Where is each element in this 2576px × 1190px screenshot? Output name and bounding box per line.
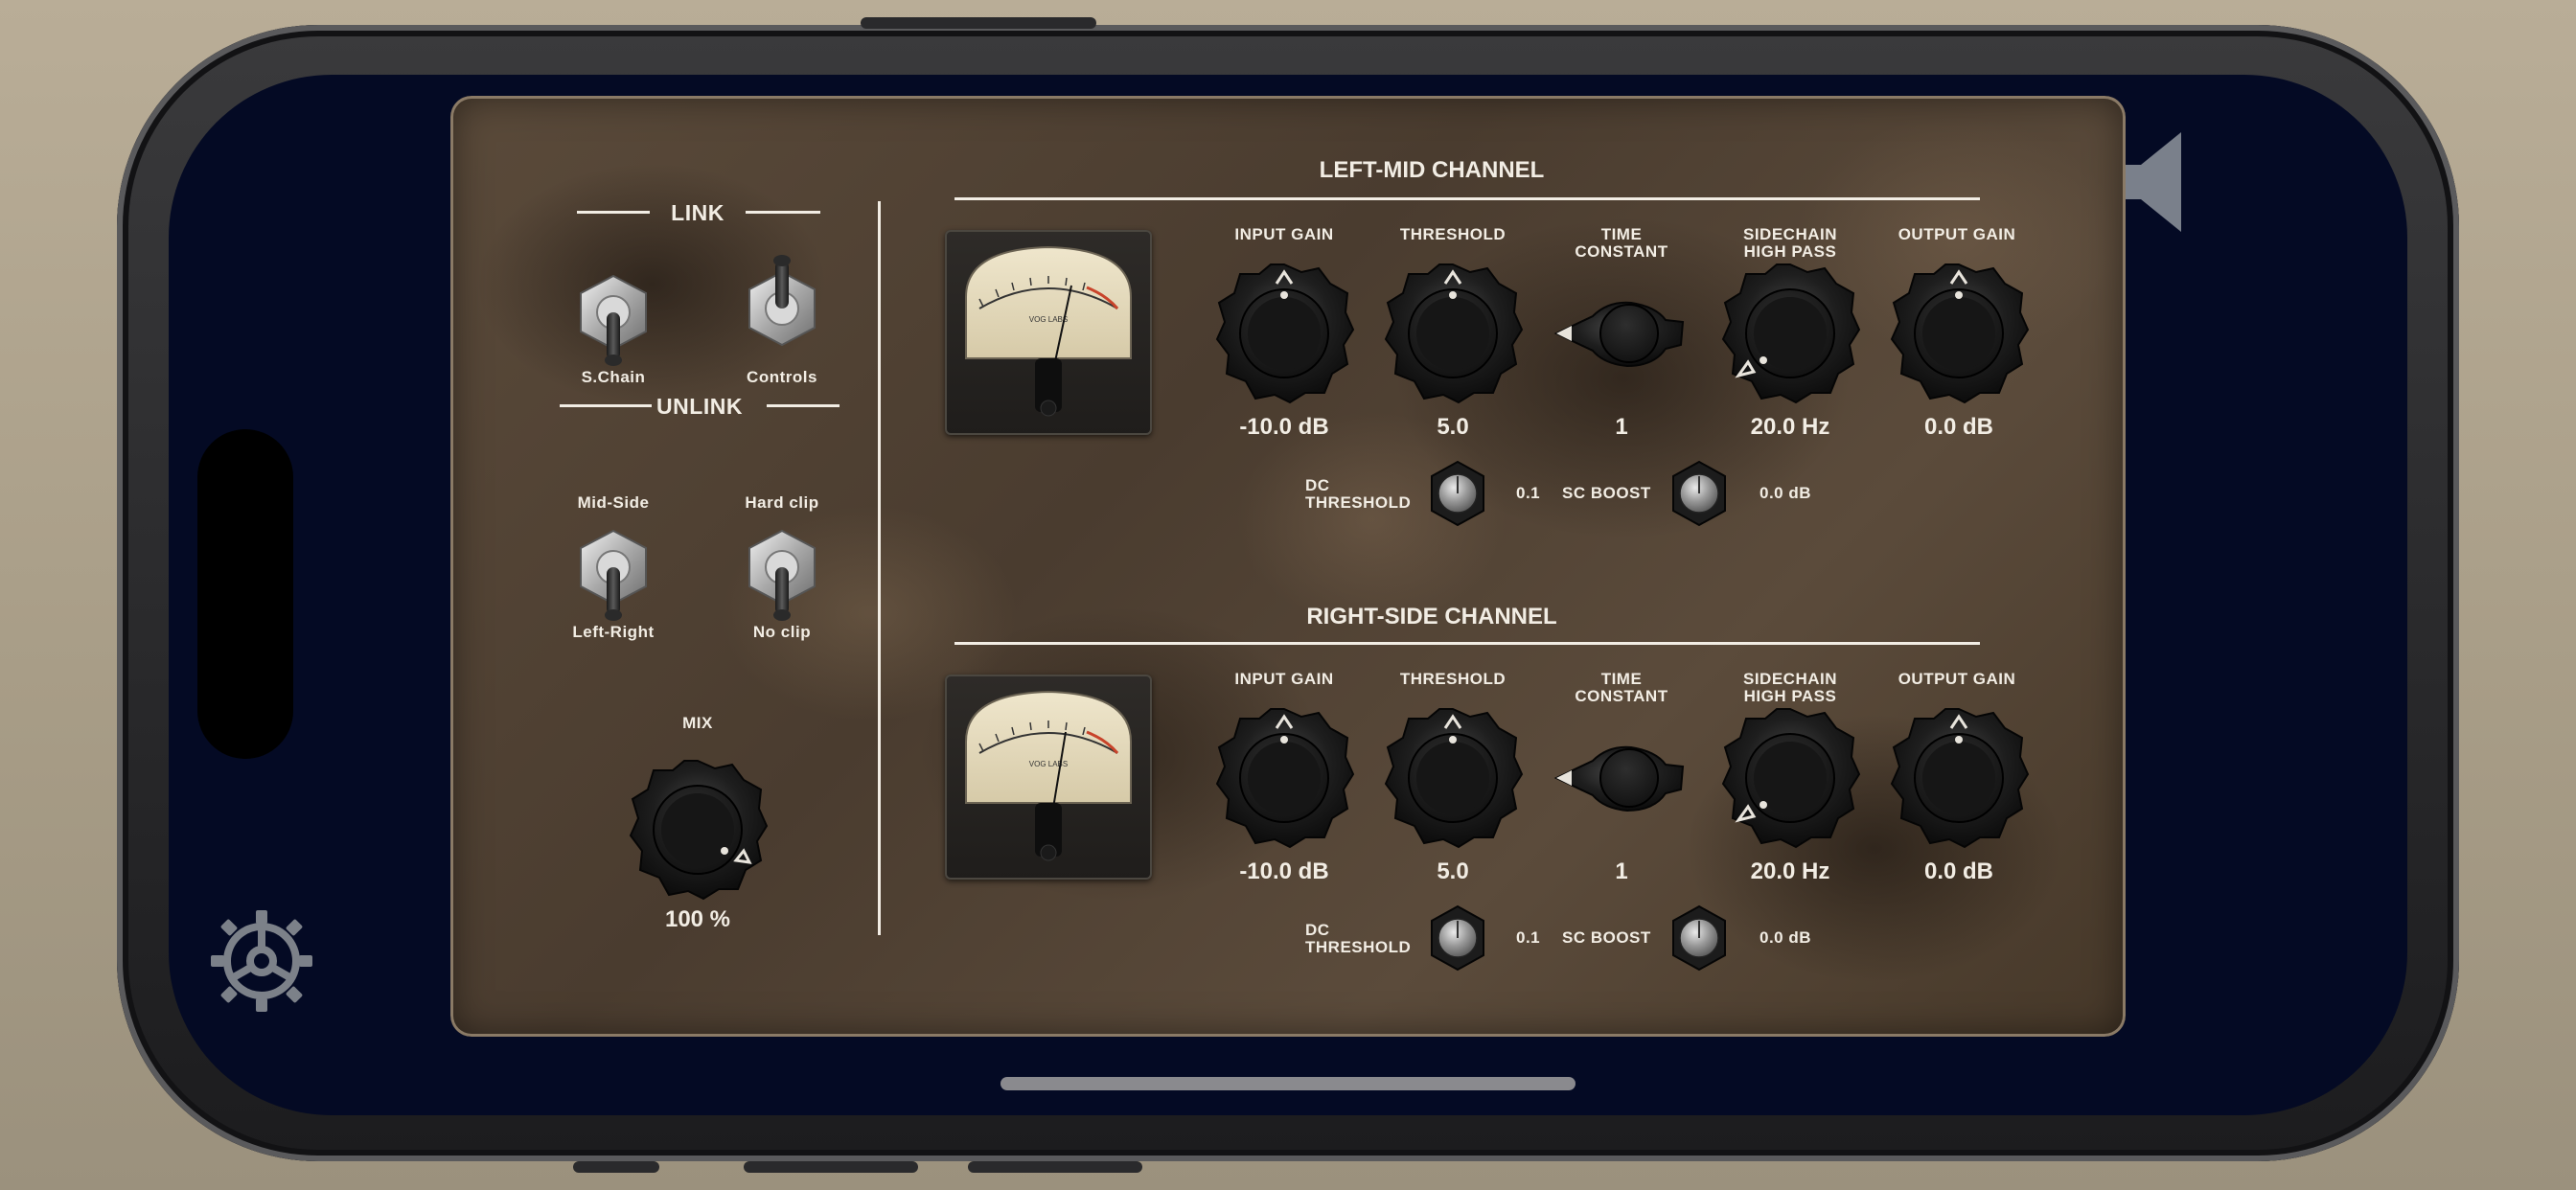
channel1-time-constant-label: TIME CONSTANT <box>1554 226 1689 261</box>
channel2-input-gain-label: INPUT GAIN <box>1234 670 1334 688</box>
channel2-title-rule <box>954 642 1980 645</box>
channel2-dc-threshold-knob[interactable] <box>1424 904 1491 972</box>
channel1-threshold-label: THRESHOLD <box>1399 225 1506 243</box>
midside-label: Mid-Side <box>577 493 650 512</box>
channel2-threshold-value: 5.0 <box>1437 858 1469 884</box>
channel1-title-rule <box>954 197 1980 200</box>
channel1-sc-boost-value: 0.0 dB <box>1760 484 1812 502</box>
channel2-dc-threshold-label: DC THRESHOLD <box>1305 922 1411 956</box>
channel1-input-gain-knob[interactable] <box>1213 263 1355 404</box>
channel2-dc-threshold-label-line1: DC <box>1305 921 1330 939</box>
channel2-sc-boost-value: 0.0 dB <box>1760 928 1812 947</box>
channel1-sidechain-value: 20.0 Hz <box>1750 414 1830 440</box>
unlink-rule-left <box>560 404 652 407</box>
channel2-time-constant-knob[interactable] <box>1551 707 1692 849</box>
channel2-dc-threshold-value: 0.1 <box>1516 928 1541 947</box>
channel2-sidechain-value: 20.0 Hz <box>1750 858 1830 884</box>
bottom-hardware-button-1 <box>573 1161 659 1173</box>
channel2-threshold-label: THRESHOLD <box>1399 670 1506 688</box>
link-rule-right <box>746 211 820 214</box>
link-rule-left <box>577 211 650 214</box>
channel2-time-constant-value: 1 <box>1615 858 1628 884</box>
channel1-dc-threshold-label-line2: THRESHOLD <box>1305 493 1412 512</box>
channel2-sidechain-label: SIDECHAIN HIGH PASS <box>1723 671 1857 705</box>
channel2-sc-boost-label: SC BOOST <box>1562 928 1651 947</box>
channel1-sidechain-label-line2: HIGH PASS <box>1743 242 1837 261</box>
section-divider <box>878 201 881 935</box>
channel2-threshold-knob[interactable] <box>1382 707 1524 849</box>
channel1-title: LEFT-MID CHANNEL <box>1319 157 1545 183</box>
controls-label: Controls <box>747 368 817 386</box>
channel1-sc-boost-knob[interactable] <box>1666 460 1733 527</box>
channel1-vu-meter: VOG LABS <box>945 230 1152 435</box>
midside-toggle[interactable] <box>577 527 650 623</box>
schain-link-toggle[interactable] <box>577 272 650 368</box>
channel1-output-gain-label: OUTPUT GAIN <box>1898 225 2016 243</box>
channel1-sidechain-knob[interactable] <box>1719 263 1861 404</box>
channel1-input-gain-label: INPUT GAIN <box>1234 225 1334 243</box>
channel2-time-constant-label: TIME CONSTANT <box>1554 671 1689 705</box>
channel1-sidechain-label-line1: SIDECHAIN <box>1742 225 1837 243</box>
channel2-vu-brand: VOG LABS <box>1029 760 1068 768</box>
channel1-time-constant-value: 1 <box>1615 414 1628 440</box>
channel2-output-gain-label: OUTPUT GAIN <box>1898 670 2016 688</box>
channel2-output-gain-knob[interactable] <box>1888 707 2030 849</box>
schain-label: S.Chain <box>581 368 646 386</box>
leftright-label: Left-Right <box>572 623 655 641</box>
channel1-output-gain-value: 0.0 dB <box>1923 414 1994 440</box>
channel1-time-constant-label-line1: TIME <box>1600 225 1643 243</box>
dynamic-island <box>197 429 293 759</box>
channel2-sidechain-label-line2: HIGH PASS <box>1743 687 1837 705</box>
channel2-sidechain-label-line1: SIDECHAIN <box>1742 670 1837 688</box>
hardclip-label: Hard clip <box>745 493 819 512</box>
channel2-output-gain-value: 0.0 dB <box>1923 858 1994 884</box>
channel1-dc-threshold-knob[interactable] <box>1424 460 1491 527</box>
mix-label: MIX <box>682 714 713 732</box>
channel1-dc-threshold-value: 0.1 <box>1516 484 1541 502</box>
unlink-title: UNLINK <box>656 394 743 419</box>
channel2-dc-threshold-label-line2: THRESHOLD <box>1305 938 1412 956</box>
channel1-time-constant-knob[interactable] <box>1551 263 1692 404</box>
channel1-sc-boost-label: SC BOOST <box>1562 484 1651 502</box>
channel1-time-constant-label-line2: CONSTANT <box>1575 242 1668 261</box>
mix-value: 100 % <box>664 906 731 932</box>
link-title: LINK <box>671 200 724 225</box>
channel1-output-gain-knob[interactable] <box>1888 263 2030 404</box>
channel1-vu-brand: VOG LABS <box>1029 315 1068 324</box>
home-indicator[interactable] <box>1000 1077 1576 1090</box>
noclip-label: No clip <box>752 623 812 641</box>
channel2-sidechain-knob[interactable] <box>1719 707 1861 849</box>
channel1-threshold-knob[interactable] <box>1382 263 1524 404</box>
bottom-hardware-button-2 <box>744 1161 918 1173</box>
channel1-input-gain-value: -10.0 dB <box>1239 414 1329 440</box>
channel1-dc-threshold-label-line1: DC <box>1305 476 1330 494</box>
channel2-input-gain-knob[interactable] <box>1213 707 1355 849</box>
controls-link-toggle[interactable] <box>746 253 818 349</box>
channel2-time-constant-label-line2: CONSTANT <box>1575 687 1668 705</box>
channel2-vu-meter: VOG LABS <box>945 675 1152 880</box>
hardclip-toggle[interactable] <box>746 527 818 623</box>
channel2-time-constant-label-line1: TIME <box>1600 670 1643 688</box>
gear-icon[interactable] <box>209 908 314 1014</box>
bottom-hardware-button-3 <box>968 1161 1142 1173</box>
channel1-threshold-value: 5.0 <box>1437 414 1469 440</box>
top-hardware-button <box>861 17 1096 29</box>
unlink-rule-right <box>767 404 840 407</box>
channel2-title: RIGHT-SIDE CHANNEL <box>1306 604 1557 629</box>
channel1-dc-threshold-label: DC THRESHOLD <box>1305 477 1411 512</box>
compressor-panel: LINK S.Chain Controls UNLINK Mid-Side Le… <box>450 96 2126 1037</box>
channel2-input-gain-value: -10.0 dB <box>1239 858 1329 884</box>
channel1-sidechain-label: SIDECHAIN HIGH PASS <box>1723 226 1857 261</box>
mix-knob[interactable] <box>627 759 769 901</box>
channel2-sc-boost-knob[interactable] <box>1666 904 1733 972</box>
